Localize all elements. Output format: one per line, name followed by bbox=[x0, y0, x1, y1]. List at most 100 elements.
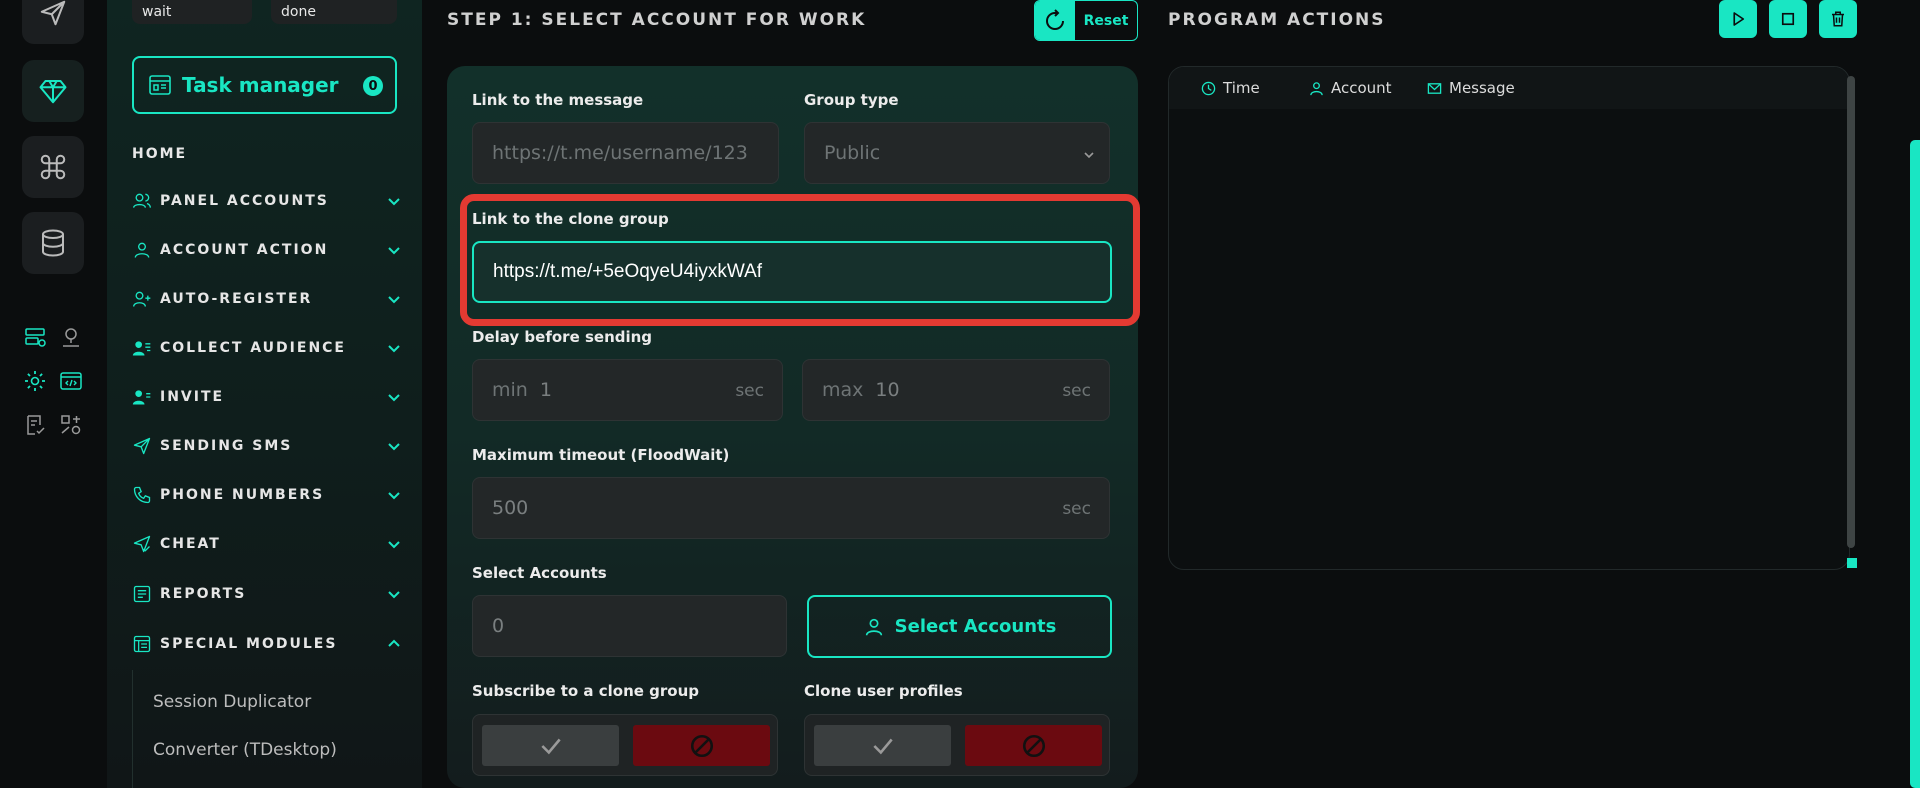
chevron-down-icon bbox=[388, 591, 400, 599]
user-icon bbox=[1310, 81, 1323, 95]
diamond-icon bbox=[39, 80, 67, 104]
reset-button[interactable]: Reset bbox=[1034, 0, 1138, 41]
clone-profiles-toggle bbox=[804, 714, 1110, 776]
send-icon bbox=[40, 0, 66, 26]
stop-icon bbox=[1781, 12, 1795, 26]
sidebar: wait done Task manager 0 HOME PANEL ACCO… bbox=[107, 0, 422, 788]
nav-reports[interactable]: REPORTS bbox=[132, 580, 402, 608]
nav-auto-register[interactable]: AUTO-REGISTER bbox=[132, 285, 402, 313]
accounts-count-input[interactable]: 0 bbox=[472, 595, 787, 657]
submenu-session-duplicator[interactable]: Session Duplicator bbox=[153, 692, 311, 712]
nav-label: SPECIAL MODULES bbox=[160, 636, 338, 652]
shapes-icon[interactable] bbox=[58, 412, 84, 438]
timeout-input[interactable]: 500 sec bbox=[472, 477, 1110, 539]
nav-sending-sms[interactable]: SENDING SMS bbox=[132, 432, 402, 460]
nav-label: PANEL ACCOUNTS bbox=[160, 193, 329, 209]
delay-max-input[interactable]: max 10 sec bbox=[802, 359, 1110, 421]
nav-label: INVITE bbox=[160, 389, 225, 405]
play-button[interactable] bbox=[1719, 0, 1757, 38]
mail-icon bbox=[1427, 82, 1442, 94]
trash-icon bbox=[1832, 11, 1844, 27]
ban-icon bbox=[690, 734, 713, 757]
ban-icon bbox=[1022, 734, 1045, 757]
code-window-icon[interactable] bbox=[58, 368, 84, 394]
clock-icon bbox=[1201, 81, 1216, 95]
rail-database-button[interactable] bbox=[22, 212, 84, 274]
server-settings-icon[interactable] bbox=[22, 324, 48, 350]
nav-account-action[interactable]: ACCOUNT ACTION bbox=[132, 236, 402, 264]
play-icon bbox=[1733, 12, 1745, 26]
user-list-icon bbox=[132, 341, 151, 356]
user-icon bbox=[865, 618, 882, 636]
special-modules-submenu: Session Duplicator Converter (TDesktop) bbox=[132, 670, 402, 788]
chevron-down-icon bbox=[388, 541, 400, 549]
select-accounts-button[interactable]: Select Accounts bbox=[807, 595, 1112, 658]
chevron-down-icon bbox=[1084, 152, 1094, 159]
chevron-down-icon bbox=[388, 394, 400, 402]
nav-label: PHONE NUMBERS bbox=[160, 487, 325, 503]
user-invite-icon bbox=[132, 390, 151, 405]
nav-special-modules[interactable]: SPECIAL MODULES bbox=[132, 630, 402, 658]
group-type-select[interactable]: Public bbox=[804, 122, 1110, 184]
user-plus-icon bbox=[133, 291, 151, 307]
chevron-down-icon bbox=[388, 296, 400, 304]
subscribe-yes-button[interactable] bbox=[482, 725, 619, 766]
chevron-down-icon bbox=[388, 247, 400, 255]
checklist-icon[interactable] bbox=[22, 412, 48, 438]
link-message-input[interactable]: https://t.me/username/123 bbox=[472, 122, 779, 184]
nav-label: COLLECT AUDIENCE bbox=[160, 340, 346, 356]
nav-invite[interactable]: INVITE bbox=[132, 383, 402, 411]
task-manager-button[interactable]: Task manager 0 bbox=[132, 56, 397, 114]
wait-filter[interactable]: wait bbox=[132, 0, 252, 24]
main-content: STEP 1: SELECT ACCOUNT FOR WORK Reset Li… bbox=[422, 0, 1920, 788]
nav-label: REPORTS bbox=[160, 586, 247, 602]
icon-rail bbox=[0, 0, 88, 788]
nav-cheat[interactable]: CHEAT bbox=[132, 530, 402, 558]
task-manager-label: Task manager bbox=[182, 73, 339, 97]
user-icon bbox=[134, 242, 150, 258]
delay-label: Delay before sending bbox=[472, 328, 653, 346]
rail-diamond-button[interactable] bbox=[22, 60, 84, 122]
app-window: wait done Task manager 0 HOME PANEL ACCO… bbox=[0, 0, 1920, 788]
clone-profiles-label: Clone user profiles bbox=[804, 682, 963, 700]
submenu-converter-tdesktop[interactable]: Converter (TDesktop) bbox=[153, 740, 337, 760]
nav-phone-numbers[interactable]: PHONE NUMBERS bbox=[132, 481, 402, 509]
gear-icon[interactable] bbox=[22, 368, 48, 394]
stop-button[interactable] bbox=[1769, 0, 1807, 38]
nav-home[interactable]: HOME bbox=[132, 146, 187, 162]
subscribe-no-button[interactable] bbox=[633, 725, 770, 766]
nav-label: SENDING SMS bbox=[160, 438, 293, 454]
column-message: Message bbox=[1427, 79, 1515, 97]
rail-send-button[interactable] bbox=[22, 0, 84, 44]
command-icon bbox=[40, 154, 66, 180]
rail-command-button[interactable] bbox=[22, 136, 84, 198]
select-accounts-label: Select Accounts bbox=[472, 564, 607, 582]
link-message-label: Link to the message bbox=[472, 91, 644, 109]
send-check-icon bbox=[133, 535, 151, 553]
clone-profiles-no-button[interactable] bbox=[965, 725, 1102, 766]
task-count-badge: 0 bbox=[363, 76, 383, 96]
reset-label: Reset bbox=[1083, 12, 1129, 29]
settings-card: Link to the message https://t.me/usernam… bbox=[447, 66, 1140, 788]
chevron-up-icon bbox=[388, 639, 400, 647]
log-resize-handle[interactable] bbox=[1847, 558, 1857, 568]
nav-panel-accounts[interactable]: PANEL ACCOUNTS bbox=[132, 187, 402, 215]
refresh-icon bbox=[1046, 8, 1064, 30]
clone-group-input[interactable]: https://t.me/+5eOqyeU4iyxkWAf bbox=[472, 241, 1112, 303]
delay-min-input[interactable]: min 1 sec bbox=[472, 359, 783, 421]
user-settings-icon[interactable] bbox=[58, 324, 84, 350]
clone-group-label: Link to the clone group bbox=[472, 210, 669, 228]
chevron-down-icon bbox=[388, 198, 400, 206]
done-filter[interactable]: done bbox=[271, 0, 397, 24]
task-board-icon bbox=[149, 75, 171, 95]
column-account: Account bbox=[1309, 79, 1392, 97]
subscribe-toggle bbox=[472, 714, 778, 776]
group-type-label: Group type bbox=[804, 91, 899, 109]
log-scrollbar[interactable] bbox=[1847, 76, 1855, 548]
clone-profiles-yes-button[interactable] bbox=[814, 725, 951, 766]
nav-collect-audience[interactable]: COLLECT AUDIENCE bbox=[132, 334, 402, 362]
check-icon bbox=[540, 738, 561, 754]
phone-icon bbox=[133, 486, 151, 504]
clear-log-button[interactable] bbox=[1819, 0, 1857, 38]
page-scrollbar[interactable] bbox=[1910, 140, 1920, 788]
